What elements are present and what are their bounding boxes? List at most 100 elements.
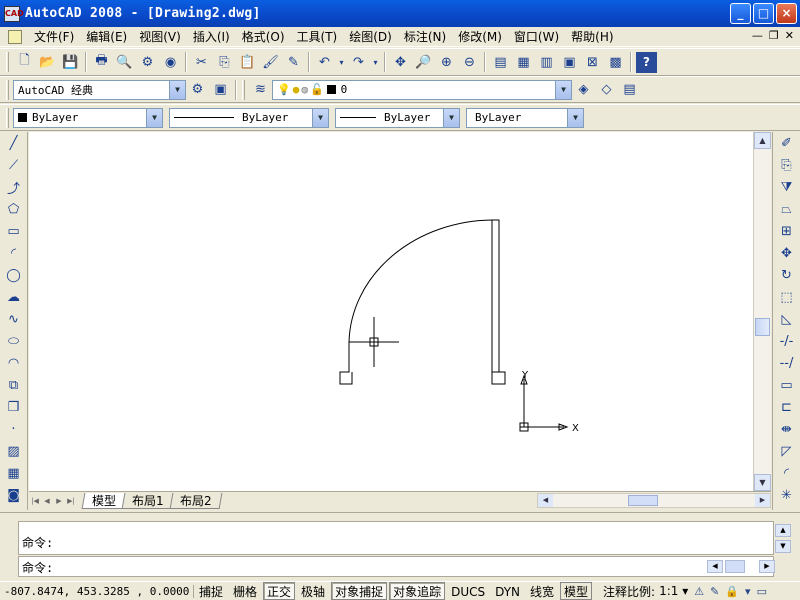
redo-icon[interactable]: ↷ <box>348 52 369 73</box>
dwf-icon[interactable]: ◉ <box>160 52 181 73</box>
chevron-down-icon[interactable]: ▼ <box>146 108 162 127</box>
plot-icon[interactable]: 🖶 <box>91 52 112 73</box>
minimize-button[interactable]: _ <box>730 3 751 24</box>
osnap-toggle[interactable]: 对象捕捉 <box>331 582 388 600</box>
ellipse-arc-icon[interactable]: ◠ <box>3 352 25 374</box>
color-control-select[interactable]: ByLayer ▼ <box>13 107 163 128</box>
menu-insert[interactable]: 插入(I) <box>187 27 236 47</box>
toolbar-grip[interactable] <box>6 52 9 72</box>
offset-icon[interactable]: ⏢ <box>776 198 798 220</box>
extend-icon[interactable]: --/ <box>776 352 798 374</box>
line-icon[interactable]: ╱ <box>3 132 25 154</box>
chevron-down-icon[interactable]: ▼ <box>555 80 571 99</box>
toolbar-grip[interactable] <box>242 79 245 100</box>
tab-layout1[interactable]: 布局1 <box>121 492 175 509</box>
last-tab-icon[interactable]: ▶| <box>65 494 77 508</box>
workspace-settings-icon[interactable]: ⚙ <box>187 79 208 100</box>
trim-icon[interactable]: -/- <box>776 330 798 352</box>
cmd-scroll-right-icon[interactable]: ▶ <box>759 560 775 573</box>
layer-states-icon[interactable]: ▤ <box>619 79 640 100</box>
chevron-down-icon[interactable]: ▼ <box>312 108 328 127</box>
polar-toggle[interactable]: 极轴 <box>297 582 329 600</box>
scroll-left-icon[interactable]: ◀ <box>538 494 553 507</box>
menu-view[interactable]: 视图(V) <box>133 27 187 47</box>
layer-previous-icon[interactable]: ◇ <box>596 79 617 100</box>
lock-icon[interactable]: 🔒 <box>725 585 739 598</box>
make-current-layer-icon[interactable]: ◈ <box>573 79 594 100</box>
construction-line-icon[interactable]: ⟋ <box>3 154 25 176</box>
linetype-control-select[interactable]: ByLayer ▼ <box>169 107 329 128</box>
cut-icon[interactable]: ✂ <box>191 52 212 73</box>
coordinate-readout[interactable]: -807.8474, 453.3285 , 0.0000 <box>0 584 194 598</box>
plot-preview-icon[interactable]: 🔍 <box>114 52 135 73</box>
clean-screen-icon[interactable]: ▭ <box>757 585 767 598</box>
next-tab-icon[interactable]: ▶ <box>53 494 65 508</box>
chamfer-icon[interactable]: ◸ <box>776 440 798 462</box>
otrack-toggle[interactable]: 对象追踪 <box>389 582 446 600</box>
door-swing-arc[interactable] <box>348 219 493 343</box>
history-scroll-down-icon[interactable]: ▼ <box>775 540 791 553</box>
polygon-icon[interactable]: ⬠ <box>3 198 25 220</box>
toolbar-grip[interactable] <box>6 107 9 128</box>
plotstyle-control-select[interactable]: ByLayer ▼ <box>466 107 584 128</box>
annotation-scale-select[interactable]: 1:1 ▾ <box>659 584 688 598</box>
scale-icon[interactable]: ⬚ <box>776 286 798 308</box>
dyn-toggle[interactable]: DYN <box>491 582 524 600</box>
history-scroll-up-icon[interactable]: ▲ <box>775 524 791 537</box>
help-icon[interactable]: ? <box>636 51 657 73</box>
workspace-select[interactable]: AutoCAD 经典 ▼ <box>13 79 186 100</box>
scroll-right-icon[interactable]: ▶ <box>755 494 770 507</box>
markup-icon[interactable]: ⊠ <box>582 52 603 73</box>
scroll-down-icon[interactable]: ▼ <box>754 474 771 491</box>
circle-icon[interactable]: ◯ <box>3 264 25 286</box>
command-input-line[interactable]: 命令: ◀ ▶ <box>18 556 775 577</box>
door-leaf[interactable] <box>491 219 500 373</box>
vertical-scroll-thumb[interactable] <box>755 318 770 336</box>
explode-icon[interactable]: ✳ <box>776 484 798 506</box>
publish-icon[interactable]: ⚙ <box>137 52 158 73</box>
point-icon[interactable]: · <box>3 418 25 440</box>
move-icon[interactable]: ✥ <box>776 242 798 264</box>
design-center-icon[interactable]: ▦ <box>513 52 534 73</box>
save-icon[interactable]: 💾 <box>60 52 81 73</box>
region-icon[interactable]: ◙ <box>3 484 25 506</box>
mdi-restore-button[interactable]: ❐ <box>769 29 779 42</box>
join-icon[interactable]: ⇼ <box>776 418 798 440</box>
redo-dropdown-icon[interactable]: ▾ <box>371 52 380 73</box>
maximize-button[interactable]: □ <box>753 3 774 24</box>
menu-window[interactable]: 窗口(W) <box>508 27 565 47</box>
zoom-window-icon[interactable]: ⊕ <box>436 52 457 73</box>
stretch-icon[interactable]: ◺ <box>776 308 798 330</box>
auto-scale-icon[interactable]: ✎ <box>710 585 719 598</box>
drawing-canvas[interactable]: Y X <box>29 132 753 491</box>
menu-modify[interactable]: 修改(M) <box>452 27 508 47</box>
arc-icon[interactable]: ◜ <box>3 242 25 264</box>
ellipse-icon[interactable]: ⬭ <box>3 330 25 352</box>
rectangle-icon[interactable]: ▭ <box>3 220 25 242</box>
revision-cloud-icon[interactable]: ☁ <box>3 286 25 308</box>
erase-icon[interactable]: ✐ <box>776 132 798 154</box>
break-at-point-icon[interactable]: ▭ <box>776 374 798 396</box>
mirror-icon[interactable]: ⧩ <box>776 176 798 198</box>
horizontal-scrollbar[interactable]: ◀ ▶ <box>537 493 771 508</box>
menu-edit[interactable]: 编辑(E) <box>80 27 133 47</box>
block-editor-icon[interactable]: ✎ <box>283 52 304 73</box>
menu-dimension[interactable]: 标注(N) <box>398 27 452 47</box>
prev-tab-icon[interactable]: ◀ <box>41 494 53 508</box>
menu-format[interactable]: 格式(O) <box>236 27 291 47</box>
calculator-icon[interactable]: ▩ <box>605 52 626 73</box>
insert-block-icon[interactable]: ⧉ <box>3 374 25 396</box>
hatch-icon[interactable]: ▨ <box>3 440 25 462</box>
pan-icon[interactable]: ✥ <box>390 52 411 73</box>
copy-object-icon[interactable]: ⎘ <box>776 154 798 176</box>
tab-layout2[interactable]: 布局2 <box>169 492 222 509</box>
chevron-down-icon[interactable]: ▼ <box>169 80 185 99</box>
new-file-icon[interactable]: 🗋 <box>14 52 35 73</box>
cmd-scroll-left-icon[interactable]: ◀ <box>707 560 723 573</box>
ducs-toggle[interactable]: DUCS <box>447 582 489 600</box>
document-icon[interactable] <box>8 29 22 44</box>
tab-model[interactable]: 模型 <box>81 492 127 509</box>
array-icon[interactable]: ⊞ <box>776 220 798 242</box>
zoom-previous-icon[interactable]: ⊖ <box>459 52 480 73</box>
status-menu-icon[interactable]: ▾ <box>745 585 751 598</box>
